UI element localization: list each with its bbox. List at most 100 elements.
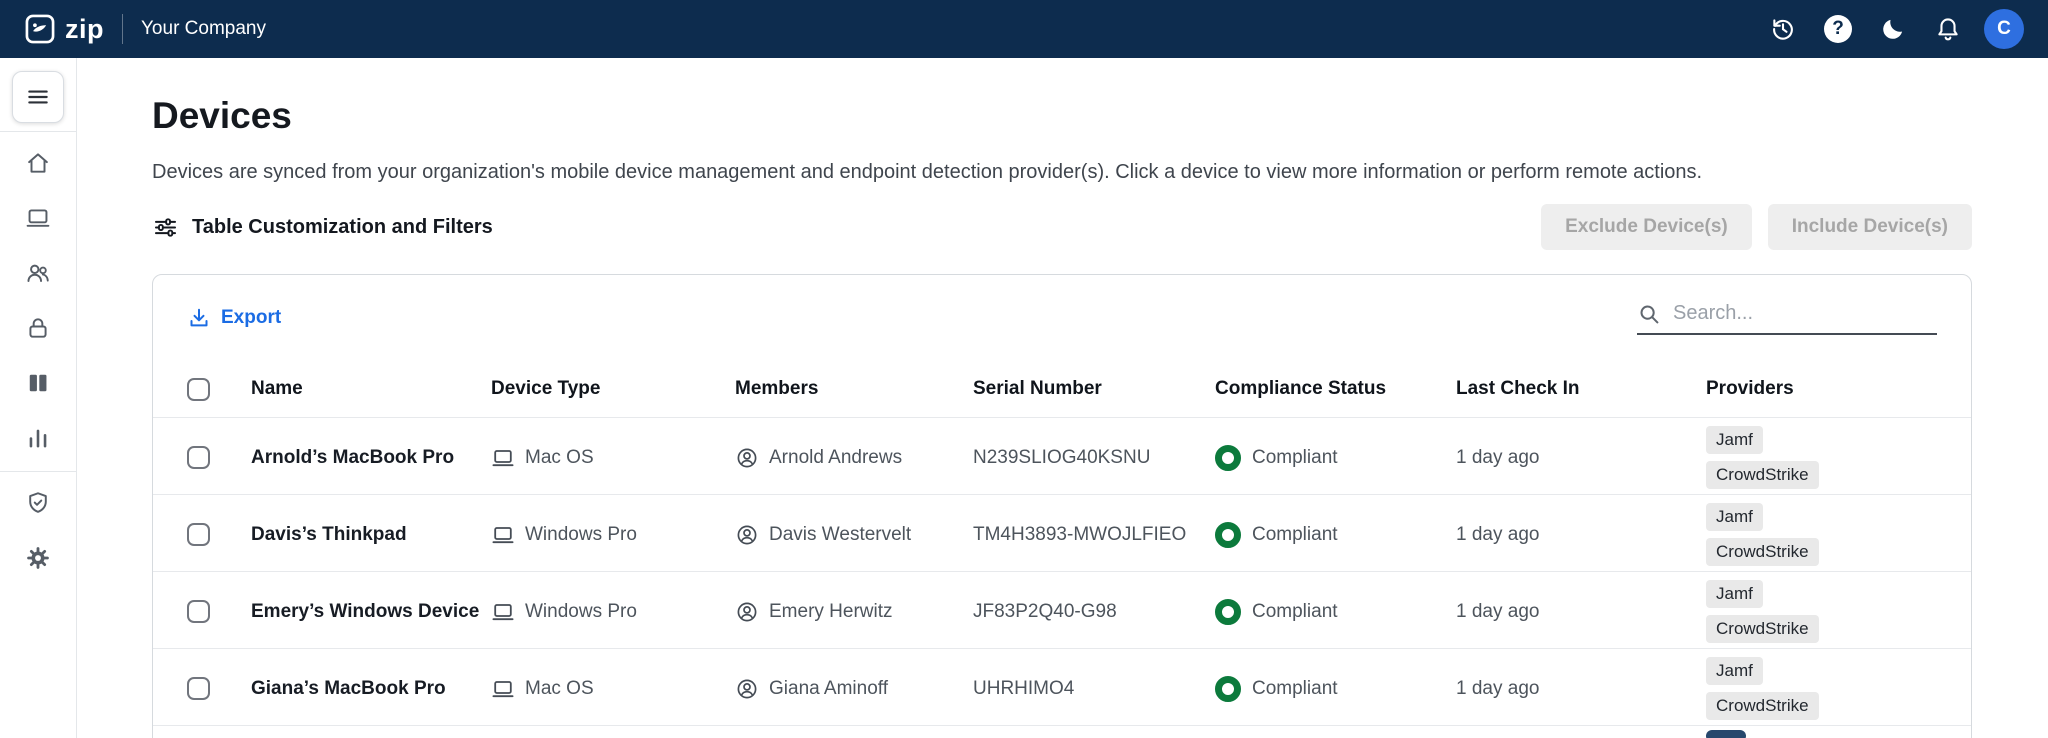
- navbar-left: zip Your Company: [24, 13, 266, 45]
- device-type-label: Mac OS: [525, 678, 594, 700]
- bar-chart-icon: [25, 425, 51, 451]
- device-type-label: Windows Pro: [525, 524, 637, 546]
- zip-logo-text: zip: [65, 14, 104, 45]
- last-check-in: 1 day ago: [1456, 678, 1706, 700]
- exclude-devices-button[interactable]: Exclude Device(s): [1541, 204, 1752, 250]
- page-description: Devices are synced from your organizatio…: [152, 160, 1972, 184]
- device-type-cell: Windows Pro: [491, 600, 735, 624]
- zip-logo[interactable]: zip: [24, 13, 104, 45]
- notifications-button[interactable]: [1929, 10, 1967, 48]
- device-action-buttons: Exclude Device(s) Include Device(s): [1541, 204, 1972, 250]
- compliance-status-cell: Compliant: [1215, 676, 1456, 702]
- user-avatar[interactable]: C: [1984, 9, 2024, 49]
- include-devices-button[interactable]: Include Device(s): [1768, 204, 1972, 250]
- filters-row: Table Customization and Filters Exclude …: [152, 204, 1972, 250]
- providers-cell: Jamf CrowdStrike: [1706, 572, 1937, 651]
- compliant-ring-icon: [1215, 676, 1241, 702]
- column-header-device-type: Device Type: [491, 378, 735, 400]
- member-cell: Giana Aminoff: [735, 677, 973, 701]
- user-circle-icon: [735, 677, 759, 701]
- navbar-divider: [122, 14, 123, 44]
- compliance-label: Compliant: [1252, 524, 1338, 546]
- partial-provider-badge: [1706, 730, 1746, 738]
- providers-cell: [1706, 730, 1937, 738]
- history-button[interactable]: [1764, 10, 1802, 48]
- device-name: Arnold’s MacBook Pro: [251, 447, 491, 469]
- sidebar-item-members[interactable]: [16, 251, 60, 295]
- sidebar-item-security[interactable]: [16, 306, 60, 350]
- bell-icon: [1934, 15, 1962, 43]
- provider-badge: CrowdStrike: [1706, 615, 1819, 643]
- compliance-label: Compliant: [1252, 447, 1338, 469]
- search-input[interactable]: [1671, 301, 1937, 326]
- sidebar-item-reports[interactable]: [16, 416, 60, 460]
- table-row[interactable]: Giana’s MacBook Pro Mac OS Giana Aminoff…: [153, 649, 1971, 726]
- laptop-icon: [491, 523, 515, 547]
- device-type-cell: Mac OS: [491, 446, 735, 470]
- sidebar-item-apps[interactable]: [16, 361, 60, 405]
- compliant-ring-icon: [1215, 522, 1241, 548]
- device-type-label: Mac OS: [525, 447, 594, 469]
- member-cell: Emery Herwitz: [735, 600, 973, 624]
- row-checkbox[interactable]: [187, 677, 210, 700]
- table-row[interactable]: Davis’s Thinkpad Windows Pro Davis Weste…: [153, 495, 1971, 572]
- laptop-icon: [25, 205, 51, 231]
- export-button[interactable]: Export: [187, 306, 281, 330]
- member-cell: Arnold Andrews: [735, 446, 973, 470]
- last-check-in: 1 day ago: [1456, 447, 1706, 469]
- sidebar: [0, 58, 77, 738]
- dark-mode-button[interactable]: [1874, 10, 1912, 48]
- compliance-status-cell: Compliant: [1215, 522, 1456, 548]
- member-name: Davis Westervelt: [769, 524, 911, 546]
- compliant-ring-icon: [1215, 445, 1241, 471]
- provider-badge: Jamf: [1706, 426, 1763, 454]
- sidebar-menu-button[interactable]: [12, 71, 64, 123]
- main-layout: Devices Devices are synced from your org…: [0, 58, 2048, 738]
- sidebar-divider: [0, 131, 77, 132]
- row-checkbox[interactable]: [187, 600, 210, 623]
- compliance-label: Compliant: [1252, 678, 1338, 700]
- search-icon: [1637, 302, 1661, 326]
- table-row[interactable]: Emery’s Windows Device Windows Pro Emery…: [153, 572, 1971, 649]
- compliance-status-cell: Compliant: [1215, 599, 1456, 625]
- last-check-in: 1 day ago: [1456, 601, 1706, 623]
- column-header-members: Members: [735, 378, 973, 400]
- compliant-ring-icon: [1215, 599, 1241, 625]
- provider-badge: Jamf: [1706, 580, 1763, 608]
- column-header-last-check-in: Last Check In: [1456, 378, 1706, 400]
- provider-badge: Jamf: [1706, 503, 1763, 531]
- sidebar-item-home[interactable]: [16, 141, 60, 185]
- top-navbar: zip Your Company C: [0, 0, 2048, 58]
- select-all-checkbox[interactable]: [187, 378, 210, 401]
- row-checkbox[interactable]: [187, 523, 210, 546]
- navbar-right: C: [1764, 9, 2024, 49]
- table-row-partial[interactable]: [153, 726, 1971, 738]
- column-header-compliance-status: Compliance Status: [1215, 378, 1456, 400]
- serial-number: N239SLIOG40KSNU: [973, 447, 1215, 469]
- history-icon: [1769, 15, 1797, 43]
- table-row[interactable]: Arnold’s MacBook Pro Mac OS Arnold Andre…: [153, 418, 1971, 495]
- shield-check-icon: [25, 490, 51, 516]
- help-icon: [1824, 15, 1852, 43]
- providers-cell: Jamf CrowdStrike: [1706, 649, 1937, 728]
- table-header-row: Name Device Type Members Serial Number C…: [153, 361, 1971, 418]
- provider-badge: CrowdStrike: [1706, 461, 1819, 489]
- columns-icon: [25, 370, 51, 396]
- sidebar-item-compliance[interactable]: [16, 481, 60, 525]
- sidebar-item-settings[interactable]: [16, 536, 60, 580]
- last-check-in: 1 day ago: [1456, 524, 1706, 546]
- sidebar-item-devices[interactable]: [16, 196, 60, 240]
- hamburger-icon: [25, 84, 51, 110]
- compliance-label: Compliant: [1252, 601, 1338, 623]
- help-button[interactable]: [1819, 10, 1857, 48]
- laptop-icon: [491, 600, 515, 624]
- row-checkbox[interactable]: [187, 446, 210, 469]
- page-title: Devices: [152, 94, 1972, 138]
- table-customization-toggle[interactable]: Table Customization and Filters: [152, 214, 493, 241]
- table-toolbar: Export: [153, 275, 1971, 361]
- column-header-serial-number: Serial Number: [973, 378, 1215, 400]
- gear-icon: [25, 545, 51, 571]
- member-cell: Davis Westervelt: [735, 523, 973, 547]
- device-name: Davis’s Thinkpad: [251, 524, 491, 546]
- device-type-cell: Mac OS: [491, 677, 735, 701]
